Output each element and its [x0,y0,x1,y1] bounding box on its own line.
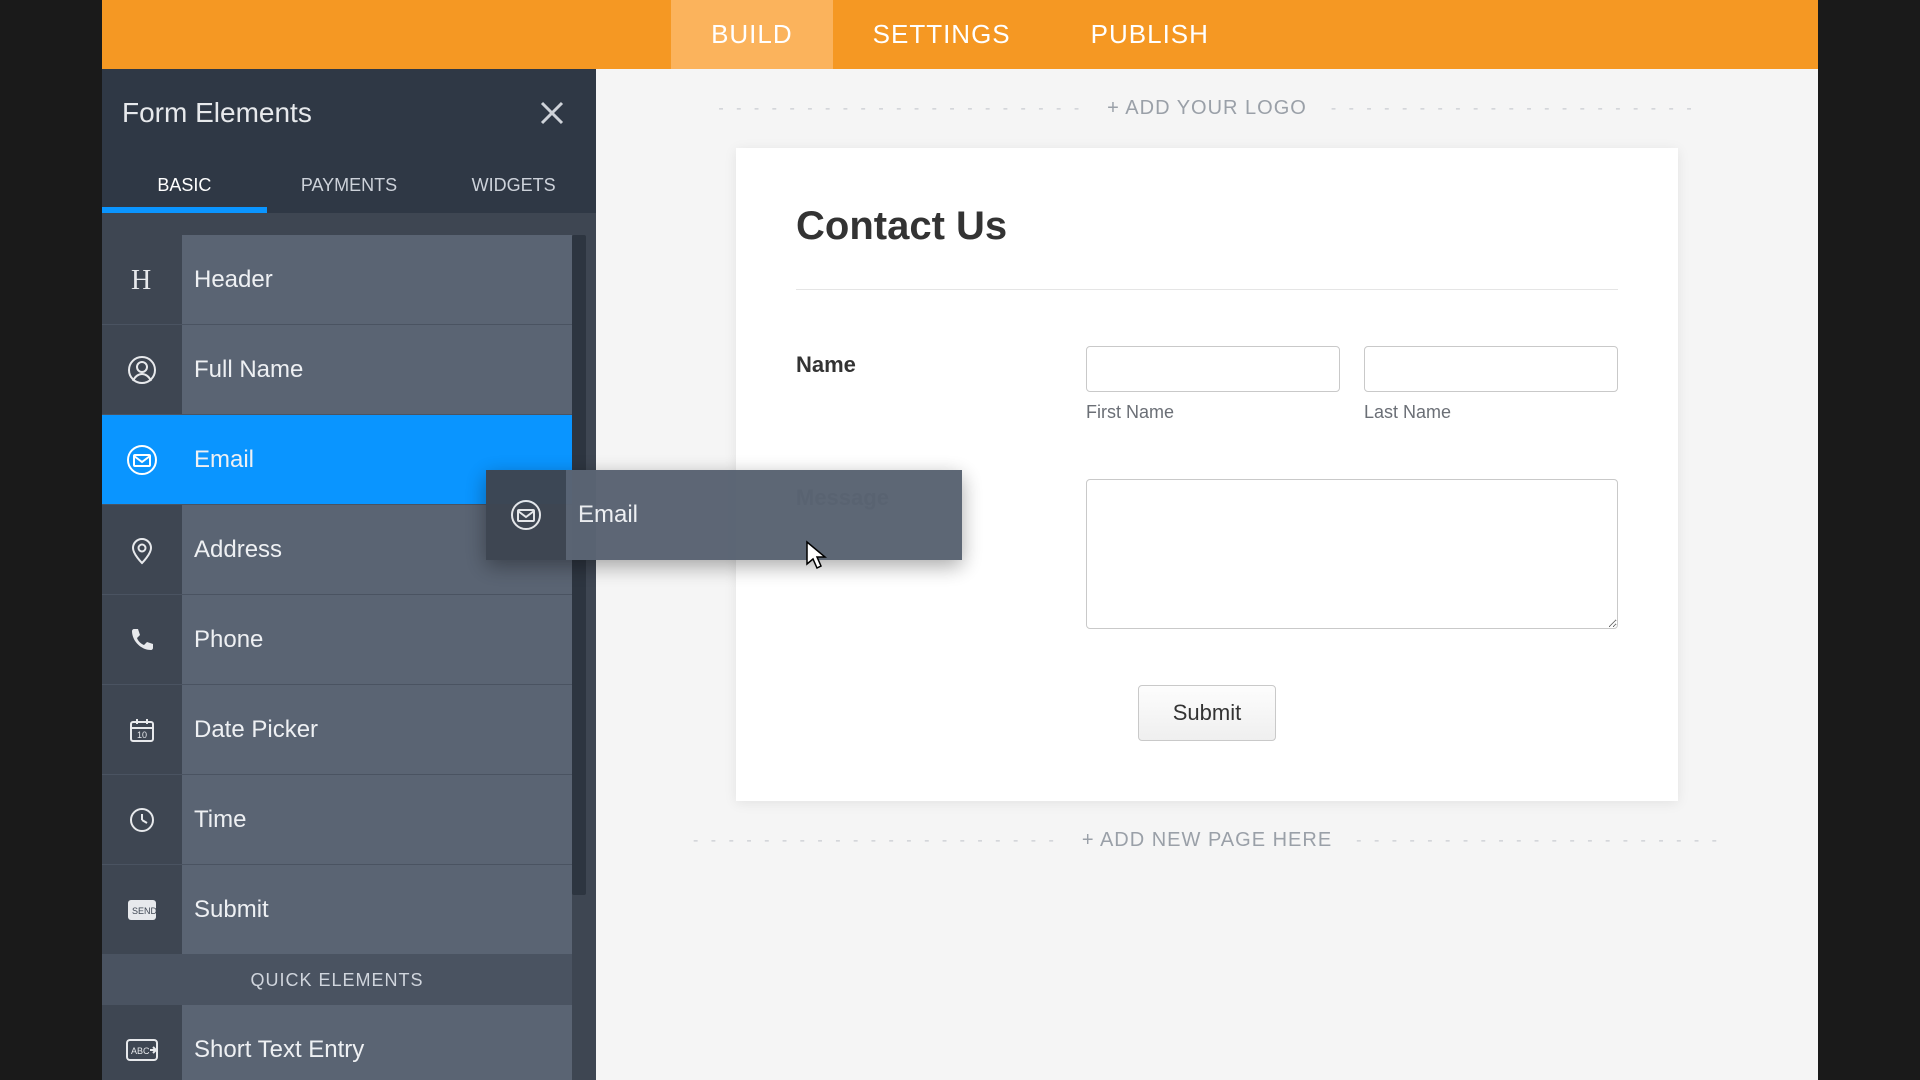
quick-elements-header: QUICK ELEMENTS [102,955,572,1005]
element-time[interactable]: Time [102,775,572,865]
form-elements-sidebar: Form Elements BASIC PAYMENTS WIDGETS H H… [102,69,596,1080]
text-icon: ABC [102,1005,182,1080]
message-textarea[interactable] [1086,479,1618,629]
last-name-sublabel: Last Name [1364,402,1618,423]
last-name-input[interactable] [1364,346,1618,392]
sidebar-scrollbar[interactable] [572,235,586,895]
element-label: Short Text Entry [182,1036,364,1064]
svg-text:H: H [131,265,151,296]
element-label: Date Picker [182,716,318,744]
nav-tab-build[interactable]: BUILD [671,0,833,69]
form-canvas: + ADD YOUR LOGO Contact Us Name First Na… [596,69,1818,1080]
nav-tab-settings[interactable]: SETTINGS [833,0,1051,69]
add-new-page-zone[interactable]: + ADD NEW PAGE HERE [636,801,1778,880]
clock-icon [102,775,182,864]
add-logo-zone[interactable]: + ADD YOUR LOGO [636,69,1778,148]
element-date-picker[interactable]: 10 Date Picker [102,685,572,775]
svg-text:10: 10 [137,730,147,740]
svg-text:ABC: ABC [131,1046,150,1056]
element-label: Email [182,446,254,474]
pin-icon [102,505,182,594]
drag-ghost-email: Email [486,470,962,560]
svg-text:SEND: SEND [132,906,157,916]
form-title[interactable]: Contact Us [796,204,1618,290]
drag-ghost-label: Email [566,501,638,529]
element-label: Submit [182,896,269,924]
sidebar-title: Form Elements [122,97,312,129]
mail-icon [102,415,182,504]
calendar-icon: 10 [102,685,182,774]
element-label: Address [182,536,282,564]
submit-button[interactable]: Submit [1138,685,1276,741]
header-icon: H [102,235,182,324]
sidebar-tab-widgets[interactable]: WIDGETS [431,157,596,212]
nav-tab-publish[interactable]: PUBLISH [1051,0,1249,69]
element-label: Full Name [182,356,303,384]
close-icon [538,99,566,127]
phone-icon [102,595,182,684]
element-label: Time [182,806,246,834]
sidebar-tab-payments[interactable]: PAYMENTS [267,157,432,212]
user-icon [102,325,182,414]
first-name-input[interactable] [1086,346,1340,392]
name-label: Name [796,346,1086,423]
close-sidebar-button[interactable] [532,93,572,133]
element-full-name[interactable]: Full Name [102,325,572,415]
element-label: Header [182,266,273,294]
send-icon: SEND [102,865,182,954]
sidebar-tab-basic[interactable]: BASIC [102,157,267,212]
element-phone[interactable]: Phone [102,595,572,685]
element-label: Phone [182,626,263,654]
first-name-sublabel: First Name [1086,402,1340,423]
element-header[interactable]: H Header [102,235,572,325]
elements-list: H Header Full Name Email Addre [102,235,572,1080]
element-short-text-entry[interactable]: ABC Short Text Entry [102,1005,572,1080]
mail-icon [486,470,566,560]
top-nav: BUILD SETTINGS PUBLISH [102,0,1818,69]
element-submit[interactable]: SEND Submit [102,865,572,955]
